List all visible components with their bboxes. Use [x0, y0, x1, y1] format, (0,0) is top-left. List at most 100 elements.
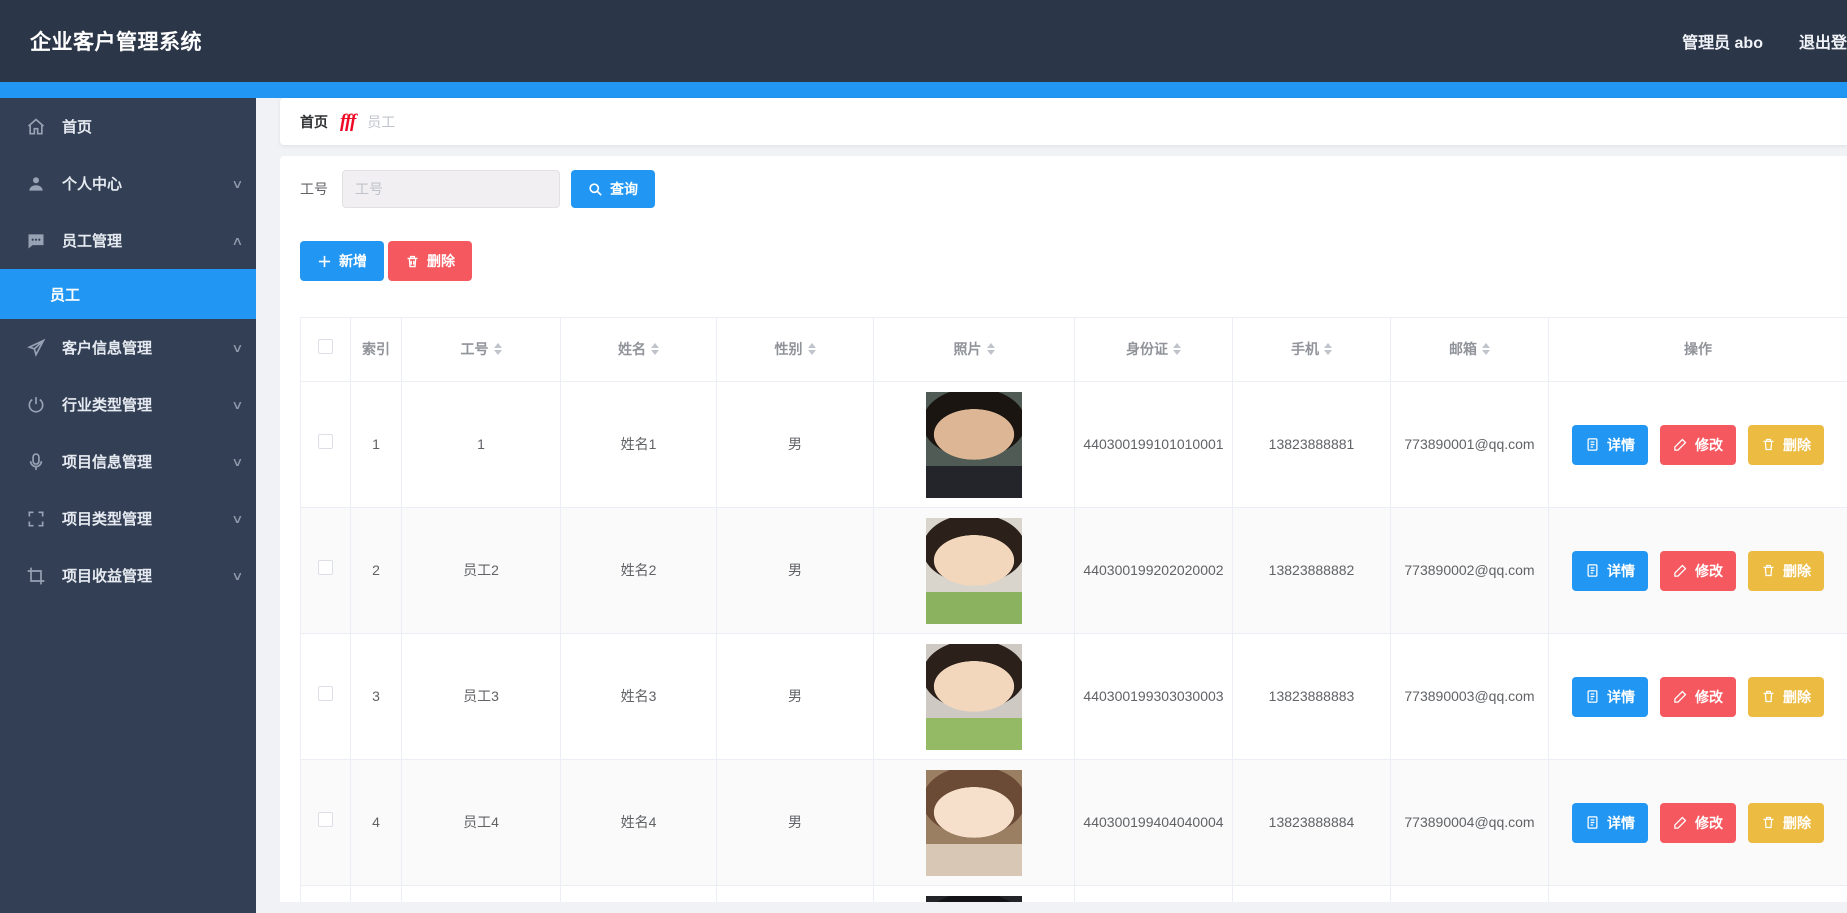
cell-select — [300, 759, 351, 886]
col-header-id-card[interactable]: 身份证 — [1074, 317, 1233, 382]
mic-icon — [26, 452, 46, 472]
cell-phone: 13823888881 — [1232, 381, 1391, 508]
sort-carets-icon[interactable] — [986, 343, 995, 356]
query-button[interactable]: 查询 — [571, 170, 655, 208]
cell-phone: 13823888883 — [1232, 633, 1391, 760]
sidebar-item-customer-info[interactable]: 客户信息管理 ∨ — [0, 319, 256, 376]
select-all-checkbox[interactable] — [318, 339, 333, 355]
sidebar-item-project-type[interactable]: 项目类型管理 ∨ — [0, 490, 256, 547]
sidebar-item-project-income[interactable]: 项目收益管理 ∨ — [0, 547, 256, 604]
cell-select — [300, 885, 351, 902]
employee-photo — [926, 643, 1022, 750]
breadcrumb-separator: fff — [340, 110, 356, 132]
cell-gender: 男 — [716, 759, 874, 886]
sidebar-item-employee-mgmt[interactable]: 员工管理 ∧ — [0, 212, 256, 269]
table-row: 2 员工2 姓名2 男 440300199202020002 13823888882 773… — [300, 507, 1847, 634]
pen-icon — [1674, 816, 1687, 829]
logout-link[interactable]: 退出登录 — [1799, 29, 1847, 53]
sort-carets-icon[interactable] — [1324, 343, 1332, 356]
col-header-email[interactable]: 邮箱 — [1390, 317, 1549, 382]
current-user-label: 管理员 abo — [1682, 35, 1763, 52]
detail-button[interactable]: 详情 — [1572, 424, 1648, 465]
edit-button[interactable]: 修改 — [1660, 676, 1736, 717]
cell-name — [560, 885, 717, 902]
delete-button[interactable]: 删除 — [1748, 424, 1824, 465]
cell-emp-no: 1 — [401, 381, 561, 508]
sidebar-subitem-employee[interactable]: 员工 — [0, 269, 256, 319]
sidebar-item-industry-type[interactable]: 行业类型管理 ∨ — [0, 376, 256, 433]
breadcrumb-home[interactable]: 首页 — [300, 112, 328, 132]
detail-button[interactable]: 详情 — [1572, 802, 1648, 843]
cell-photo — [873, 381, 1075, 508]
col-header-gender[interactable]: 性别 — [716, 317, 874, 382]
row-checkbox[interactable] — [318, 686, 333, 702]
sort-carets-icon[interactable] — [1173, 343, 1181, 356]
col-header-index: 索引 — [350, 317, 402, 382]
cell-phone: 13823888884 — [1232, 759, 1391, 886]
cell-id-card: 440300199101010001 — [1074, 381, 1233, 508]
add-button[interactable]: 新增 — [300, 241, 384, 281]
sidebar-item-label: 项目类型管理 — [62, 511, 153, 528]
sidebar-menu: 首页 个人中心 ∨ 员工管理 ∧ 员工 客户信息管理 ∨ 行业类型管理 ∨ 项目信息管理 ∨ 项目类型管… — [0, 98, 256, 913]
home-icon — [26, 117, 46, 137]
edit-button[interactable]: 修改 — [1660, 802, 1736, 843]
sort-carets-icon[interactable] — [1482, 343, 1490, 356]
sort-carets-icon[interactable] — [493, 343, 502, 356]
table-row: 1 1 姓名1 男 440300199101010001 13823888881 77389… — [300, 381, 1847, 508]
cell-actions — [1548, 885, 1847, 902]
cell-name: 姓名3 — [560, 633, 717, 760]
empno-search-input[interactable] — [342, 170, 560, 208]
row-checkbox[interactable] — [318, 812, 333, 828]
frame-icon — [26, 509, 46, 529]
sidebar-item-label: 项目信息管理 — [62, 454, 153, 471]
sidebar-item-home[interactable]: 首页 — [0, 98, 256, 155]
cell-photo — [873, 507, 1075, 634]
col-header-emp-no[interactable]: 工号 — [401, 317, 561, 382]
edit-button[interactable]: 修改 — [1660, 550, 1736, 591]
chevron-down-icon: ∨ — [231, 176, 244, 191]
sidebar-item-label: 客户信息管理 — [62, 340, 153, 357]
user-icon — [26, 174, 46, 194]
trash-icon — [407, 255, 418, 267]
app-title: 企业客户管理系统 — [30, 31, 202, 54]
col-header-name[interactable]: 姓名 — [560, 317, 717, 382]
delete-button[interactable]: 删除 — [1748, 550, 1824, 591]
edit-button[interactable]: 修改 — [1660, 424, 1736, 465]
col-header-select — [300, 317, 351, 382]
cell-gender: 男 — [716, 507, 874, 634]
batch-delete-button[interactable]: 删除 — [388, 241, 472, 281]
breadcrumb-current: 员工 — [367, 113, 396, 130]
sidebar-item-profile[interactable]: 个人中心 ∨ — [0, 155, 256, 212]
pen-icon — [1674, 690, 1687, 703]
table-header-row: 索引 工号 姓名 性别 照片 身份证 手机 邮箱 操作 — [300, 317, 1847, 382]
pen-icon — [1674, 564, 1687, 577]
cell-index: 4 — [350, 759, 402, 886]
cell-phone: 13823888882 — [1232, 507, 1391, 634]
table-row: 4 员工4 姓名4 男 440300199404040004 13823888884 773… — [300, 759, 1847, 886]
send-icon — [26, 338, 46, 358]
chevron-down-icon: ∨ — [231, 568, 244, 583]
employee-photo — [926, 895, 1022, 902]
sidebar-item-project-info[interactable]: 项目信息管理 ∨ — [0, 433, 256, 490]
chevron-down-icon: ∨ — [231, 454, 244, 469]
cell-emp-no: 员工2 — [401, 507, 561, 634]
row-checkbox[interactable] — [318, 560, 333, 576]
delete-button[interactable]: 删除 — [1748, 802, 1824, 843]
detail-button[interactable]: 详情 — [1572, 550, 1648, 591]
navbar-right: 管理员 abo 退出登录 — [1682, 0, 1847, 82]
pen-icon — [1674, 438, 1687, 451]
document-icon — [1587, 438, 1598, 451]
delete-button[interactable]: 删除 — [1748, 676, 1824, 717]
cell-select — [300, 507, 351, 634]
col-header-photo[interactable]: 照片 — [873, 317, 1075, 382]
cell-id-card: 440300199303030003 — [1074, 633, 1233, 760]
row-checkbox[interactable] — [318, 434, 333, 450]
document-icon — [1587, 690, 1598, 703]
cell-name: 姓名4 — [560, 759, 717, 886]
cell-actions: 详情 修改 删除 — [1548, 759, 1847, 886]
col-header-phone[interactable]: 手机 — [1232, 317, 1391, 382]
detail-button[interactable]: 详情 — [1572, 676, 1648, 717]
sort-carets-icon[interactable] — [651, 343, 659, 356]
sort-carets-icon[interactable] — [807, 343, 816, 356]
crop-icon — [26, 566, 46, 586]
